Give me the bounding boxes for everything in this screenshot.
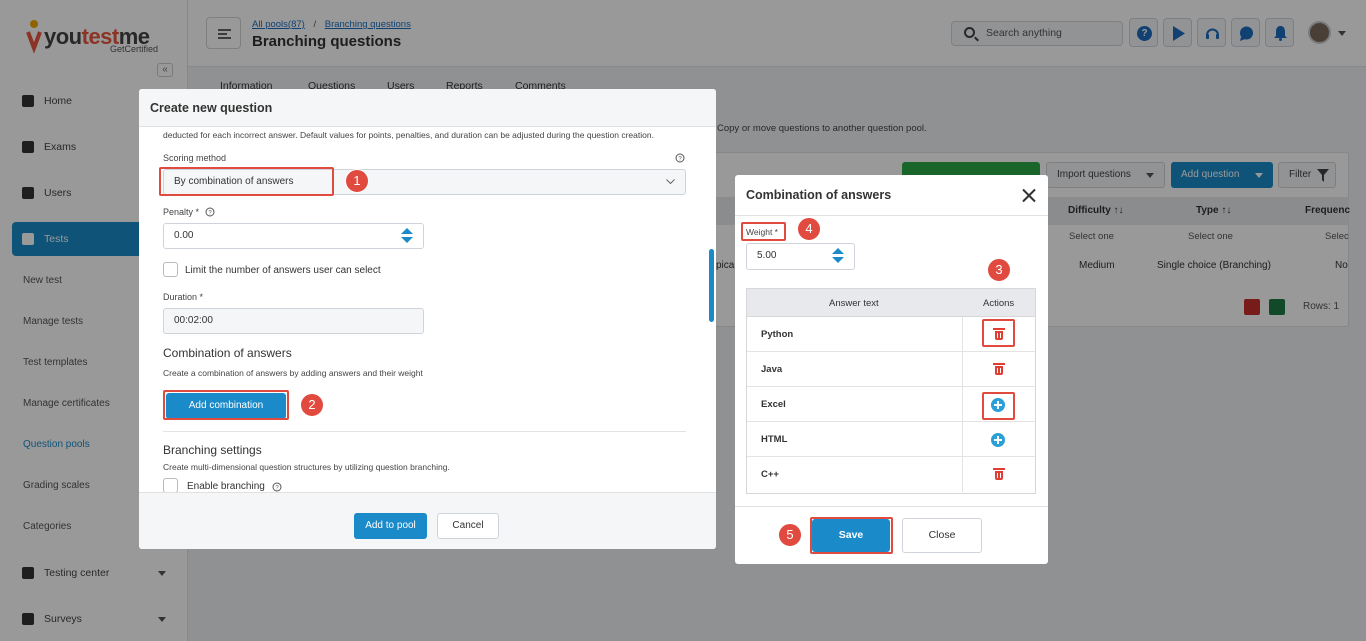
close-button[interactable]: Close [902, 518, 982, 553]
highlight-scoring-method [159, 167, 334, 196]
penalty-value: 0.00 [174, 230, 194, 241]
table-row: HTML [747, 422, 1035, 457]
divider [735, 506, 1048, 507]
table-row: C++ [747, 457, 1035, 492]
callout-2: 2 [300, 393, 324, 417]
answer-text: Python [761, 329, 794, 340]
callout-5: 5 [778, 523, 802, 547]
branching-heading: Branching settings [163, 443, 262, 457]
combination-heading: Combination of answers [163, 346, 292, 360]
scoring-method-label: Scoring method [163, 153, 227, 163]
answer-text: Java [761, 364, 783, 375]
help-icon[interactable]: ? [205, 207, 215, 217]
weight-input[interactable]: 5.00 [746, 243, 855, 270]
answer-text: C++ [761, 469, 779, 480]
highlight-add-action [982, 392, 1015, 420]
add-circle-icon[interactable] [991, 433, 1005, 447]
create-question-modal: Create new question deducted for each in… [139, 89, 716, 549]
answer-text: Excel [761, 399, 786, 410]
penalty-input[interactable]: 0.00 [163, 223, 424, 249]
modal-title: Combination of answers [746, 188, 892, 202]
column-actions: Actions [983, 298, 1015, 309]
modal-footer: Add to pool Cancel [139, 492, 716, 549]
highlight-save [810, 517, 893, 554]
limit-answers-label: Limit the number of answers user can sel… [185, 265, 381, 276]
combination-description: Create a combination of answers by addin… [163, 368, 423, 378]
highlight-delete-action [982, 319, 1015, 347]
table-header: Answer text Actions [747, 289, 1035, 317]
trash-icon[interactable] [993, 468, 1005, 480]
modal-title: Create new question [150, 101, 273, 115]
callout-1: 1 [345, 169, 369, 193]
help-icon[interactable]: ? [272, 482, 282, 492]
limit-answers-checkbox[interactable] [163, 262, 178, 277]
help-icon[interactable]: ? [675, 153, 685, 163]
divider [163, 431, 686, 432]
spinner-icon[interactable] [832, 248, 844, 266]
close-icon[interactable] [1022, 188, 1036, 202]
duration-input[interactable]: 00:02:00 [163, 308, 424, 334]
spinner-icon[interactable] [401, 228, 413, 246]
scrollbar[interactable] [709, 249, 714, 322]
penalty-label: Penalty * [163, 207, 200, 217]
enable-branching-checkbox[interactable] [163, 478, 178, 493]
callout-3: 3 [987, 258, 1011, 282]
modal-header: Create new question [139, 89, 716, 127]
branching-description: Create multi-dimensional question struct… [163, 462, 450, 472]
intro-text: deducted for each incorrect answer. Defa… [163, 130, 654, 140]
answer-text: HTML [761, 434, 788, 445]
add-to-pool-button[interactable]: Add to pool [354, 513, 427, 539]
modal-header: Combination of answers [735, 175, 1048, 216]
trash-icon[interactable] [993, 363, 1005, 375]
duration-label: Duration * [163, 292, 204, 302]
column-answer-text: Answer text [829, 298, 879, 309]
highlight-weight [741, 222, 786, 241]
enable-branching-label: Enable branching [187, 481, 265, 492]
cancel-button[interactable]: Cancel [437, 513, 499, 539]
chevron-down-icon [666, 179, 675, 185]
highlight-add-combination [163, 390, 289, 420]
duration-value: 00:02:00 [174, 315, 213, 326]
callout-4: 4 [797, 217, 821, 241]
weight-value: 5.00 [757, 250, 777, 261]
table-row: Java [747, 352, 1035, 387]
